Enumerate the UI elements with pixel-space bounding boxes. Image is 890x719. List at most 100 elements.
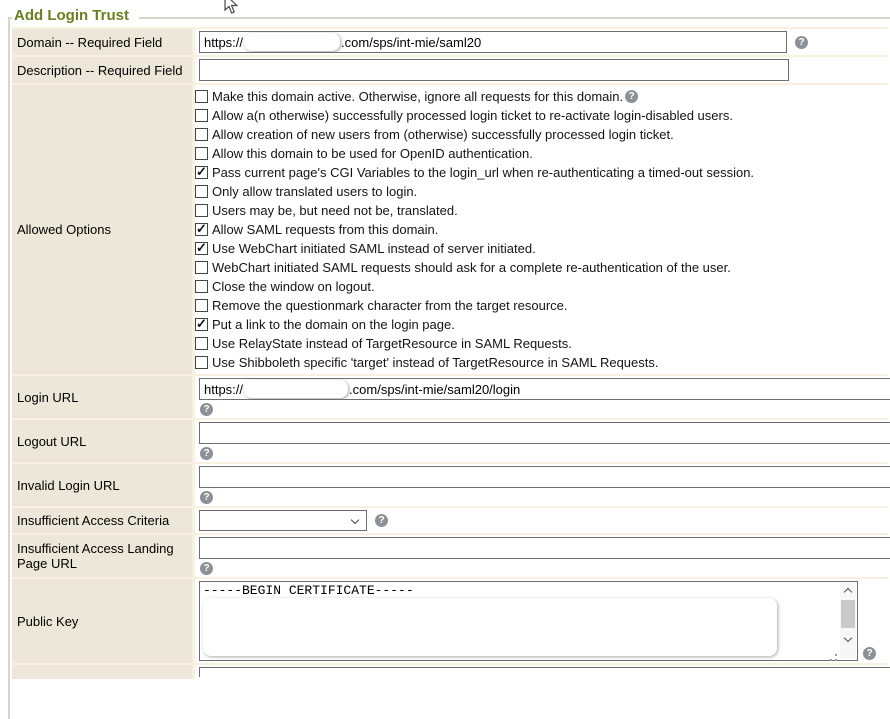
checkbox-option: Allow a(n otherwise) successfully proces…	[195, 106, 888, 125]
domain-input[interactable]: https:// .com/sps/int-mie/saml20	[199, 31, 787, 53]
checkbox[interactable]	[195, 242, 208, 255]
checkbox-option: Use Shibboleth specific 'target' instead…	[195, 353, 888, 372]
form-row-domain: Domain -- Required Field https:// .com/s…	[12, 29, 888, 55]
checkbox-label: Remove the questionmark character from t…	[212, 298, 568, 313]
checkbox-label: Make this domain active. Otherwise, igno…	[212, 89, 623, 104]
checkbox[interactable]	[195, 280, 208, 293]
checkbox[interactable]	[195, 90, 208, 103]
form-row-allowed-options: Allowed Options Make this domain active.…	[12, 83, 888, 374]
redacted-text	[244, 380, 348, 398]
form-row-logout-url: Logout URL ?	[12, 418, 888, 462]
help-icon[interactable]: ?	[625, 90, 638, 103]
description-label: Description -- Required Field	[12, 57, 195, 83]
checkbox[interactable]	[195, 204, 208, 217]
allowed-options-label: Allowed Options	[12, 85, 195, 374]
domain-value-suffix: .com/sps/int-mie/saml20	[341, 35, 481, 50]
checkbox-option: Users may be, but need not be, translate…	[195, 201, 888, 220]
mouse-cursor-icon	[223, 0, 241, 16]
checkbox[interactable]	[195, 356, 208, 369]
redacted-text	[203, 598, 777, 656]
help-icon[interactable]: ?	[795, 36, 808, 49]
login-url-suffix: .com/sps/int-mie/saml20/login	[349, 382, 520, 397]
public-key-line1: -----BEGIN CERTIFICATE-----	[200, 582, 857, 598]
checkbox-label: Close the window on logout.	[212, 279, 375, 294]
form-row-description: Description -- Required Field	[12, 55, 888, 83]
checkbox-option: Allow SAML requests from this domain.	[195, 220, 888, 239]
invalid-login-url-input[interactable]	[199, 466, 890, 488]
logout-url-label: Logout URL	[12, 420, 195, 462]
checkbox-label: Only allow translated users to login.	[212, 184, 417, 199]
checkbox-label: Use WebChart initiated SAML instead of s…	[212, 241, 536, 256]
login-url-prefix: https://	[204, 382, 243, 397]
checkbox[interactable]	[195, 223, 208, 236]
insufficient-access-criteria-label: Insufficient Access Criteria	[12, 508, 195, 533]
checkbox-label: WebChart initiated SAML requests should …	[212, 260, 731, 275]
chevron-down-icon	[351, 516, 359, 524]
partial-row-input[interactable]	[199, 667, 890, 677]
checkbox-option: Only allow translated users to login.	[195, 182, 888, 201]
insufficient-access-landing-page-url-label: Insufficient Access Landing Page URL	[12, 535, 195, 577]
domain-value-prefix: https://	[204, 35, 243, 50]
add-login-trust-fieldset: Add Login Trust Domain -- Required Field…	[8, 17, 890, 719]
checkbox[interactable]	[195, 261, 208, 274]
checkbox[interactable]	[195, 185, 208, 198]
help-icon[interactable]: ?	[200, 447, 213, 460]
checkbox-label: Allow SAML requests from this domain.	[212, 222, 438, 237]
checkbox-option: Close the window on logout.	[195, 277, 888, 296]
redacted-text	[244, 33, 340, 51]
checkbox-label: Use RelayState instead of TargetResource…	[212, 336, 572, 351]
partial-row-label	[12, 665, 195, 679]
insufficient-access-landing-page-url-input[interactable]	[199, 537, 890, 559]
resize-grip-icon[interactable]	[835, 654, 837, 656]
scroll-up-icon[interactable]	[844, 588, 852, 596]
checkbox[interactable]	[195, 147, 208, 160]
checkbox-label: Allow a(n otherwise) successfully proces…	[212, 108, 733, 123]
checkbox[interactable]	[195, 166, 208, 179]
checkbox[interactable]	[195, 299, 208, 312]
checkbox-option: Make this domain active. Otherwise, igno…	[195, 87, 888, 106]
checkbox-label: Put a link to the domain on the login pa…	[212, 317, 455, 332]
page-title: Add Login Trust	[12, 7, 139, 27]
scrollbar-thumb[interactable]	[841, 600, 855, 628]
form-row-login-url: Login URL https:// .com/sps/int-mie/saml…	[12, 374, 888, 418]
checkbox-option: WebChart initiated SAML requests should …	[195, 258, 888, 277]
checkbox-label: Pass current page's CGI Variables to the…	[212, 165, 754, 180]
checkbox-option: Allow creation of new users from (otherw…	[195, 125, 888, 144]
form-row-partial	[12, 663, 888, 679]
public-key-textarea[interactable]: -----BEGIN CERTIFICATE-----	[199, 581, 858, 661]
checkbox-option: Remove the questionmark character from t…	[195, 296, 888, 315]
checkbox-label: Use Shibboleth specific 'target' instead…	[212, 355, 658, 370]
help-icon[interactable]: ?	[200, 491, 213, 504]
checkbox[interactable]	[195, 318, 208, 331]
checkbox-option: Use WebChart initiated SAML instead of s…	[195, 239, 888, 258]
checkbox-option: Pass current page's CGI Variables to the…	[195, 163, 888, 182]
login-url-input[interactable]: https:// .com/sps/int-mie/saml20/login	[199, 378, 890, 400]
help-icon[interactable]: ?	[863, 647, 876, 660]
checkbox[interactable]	[195, 109, 208, 122]
checkbox-option: Use RelayState instead of TargetResource…	[195, 334, 888, 353]
invalid-login-url-label: Invalid Login URL	[12, 464, 195, 506]
description-input[interactable]	[199, 59, 789, 81]
form-row-insufficient-access-landing-page-url: Insufficient Access Landing Page URL ?	[12, 533, 888, 577]
help-icon[interactable]: ?	[200, 403, 213, 416]
checkbox[interactable]	[195, 128, 208, 141]
checkbox-option: Put a link to the domain on the login pa…	[195, 315, 888, 334]
login-url-label: Login URL	[12, 376, 195, 418]
help-icon[interactable]: ?	[200, 562, 213, 575]
checkbox[interactable]	[195, 337, 208, 350]
insufficient-access-criteria-select[interactable]	[199, 510, 367, 531]
public-key-label: Public Key	[12, 579, 195, 663]
help-icon[interactable]: ?	[375, 514, 388, 527]
form-row-invalid-login-url: Invalid Login URL ?	[12, 462, 888, 506]
checkbox-option: Allow this domain to be used for OpenID …	[195, 144, 888, 163]
form-row-public-key: Public Key -----BEGIN CERTIFICATE----- ?	[12, 577, 888, 663]
textarea-scrollbar[interactable]	[840, 583, 856, 659]
domain-label: Domain -- Required Field	[12, 29, 195, 55]
form-row-insufficient-access-criteria: Insufficient Access Criteria ?	[12, 506, 888, 533]
checkbox-label: Allow this domain to be used for OpenID …	[212, 146, 533, 161]
logout-url-input[interactable]	[199, 422, 890, 444]
checkbox-label: Allow creation of new users from (otherw…	[212, 127, 674, 142]
checkbox-label: Users may be, but need not be, translate…	[212, 203, 458, 218]
form-table: Domain -- Required Field https:// .com/s…	[12, 27, 888, 679]
scroll-down-icon[interactable]	[844, 634, 852, 642]
